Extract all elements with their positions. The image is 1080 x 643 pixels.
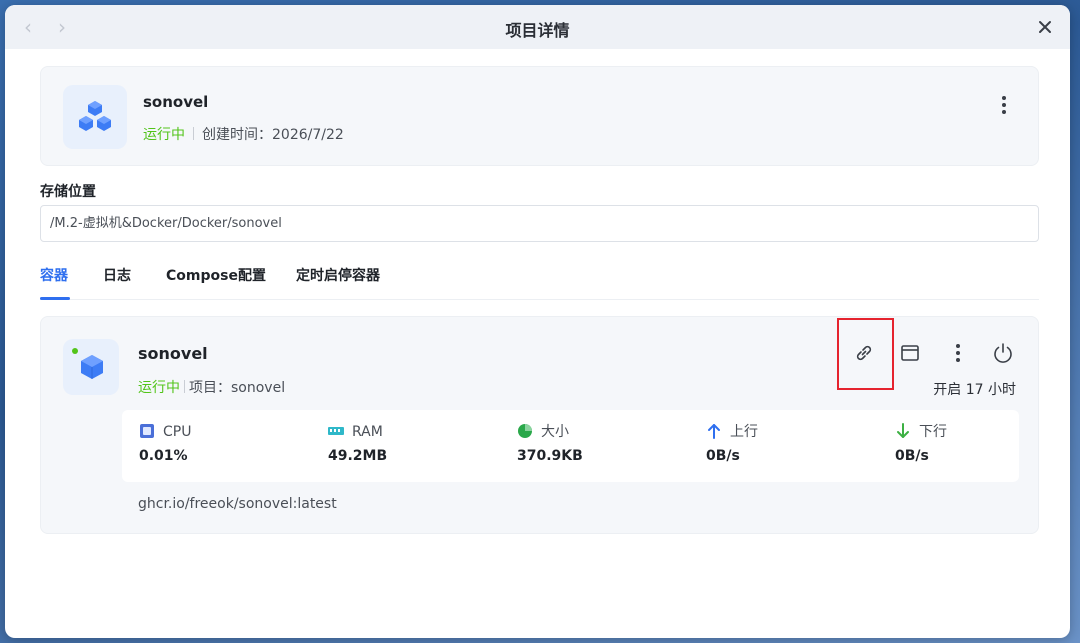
stat-ram: RAM 49.2MB — [328, 422, 387, 464]
tab-bar: 容器 日志 Compose配置 定时启停容器 — [40, 263, 1039, 300]
container-card[interactable]: sonovel 运行中 项目：sonovel 开启 17 小时 CPU 0.01% — [40, 316, 1039, 534]
tab-compose-config[interactable]: Compose配置 — [166, 265, 266, 285]
arrow-down-icon — [895, 423, 911, 439]
project-card: sonovel 运行中 创建时间：2026/7/22 — [40, 66, 1039, 166]
container-project-value: sonovel — [231, 380, 286, 396]
project-details-window: ‹ › 项目详情 sonovel 运行中 创建时间：2026/7/22 存储位置… — [5, 5, 1070, 638]
project-name: sonovel — [143, 93, 209, 111]
stat-size: 大小 370.9KB — [517, 422, 583, 464]
container-icon — [63, 339, 119, 395]
container-status: 运行中 — [138, 380, 180, 396]
active-tab-indicator — [40, 297, 70, 300]
project-icon — [63, 85, 127, 149]
divider — [184, 380, 185, 393]
stat-download: 下行 0B/s — [895, 422, 947, 464]
pie-icon — [517, 423, 533, 439]
stat-value: 370.9KB — [517, 448, 583, 464]
close-icon[interactable] — [1034, 16, 1056, 38]
image-name: ghcr.io/freeok/sonovel:latest — [138, 496, 337, 512]
status-dot — [72, 348, 78, 354]
link-icon[interactable] — [852, 341, 876, 365]
project-more-icon[interactable] — [994, 93, 1014, 117]
stat-value: 0B/s — [895, 448, 929, 464]
container-name: sonovel — [138, 344, 208, 363]
container-meta: 运行中 项目：sonovel — [138, 377, 285, 397]
created-label: 创建时间： — [202, 127, 272, 143]
project-meta: 运行中 创建时间：2026/7/22 — [143, 124, 344, 144]
ram-icon — [328, 423, 344, 439]
tab-logs[interactable]: 日志 — [103, 265, 131, 285]
stat-value: 0B/s — [706, 448, 740, 464]
tab-containers[interactable]: 容器 — [40, 265, 68, 285]
window-icon[interactable] — [898, 341, 922, 365]
window-title: 项目详情 — [505, 21, 570, 40]
stat-value: 49.2MB — [328, 448, 388, 464]
container-project-label: 项目： — [189, 380, 231, 396]
arrow-up-icon — [706, 423, 722, 439]
container-stats: CPU 0.01% RAM 49.2MB 大小 370.9KB 上行 0B/s … — [122, 410, 1019, 482]
title-bar: ‹ › 项目详情 — [5, 5, 1070, 49]
container-more-icon[interactable] — [946, 341, 970, 365]
storage-path-field[interactable]: /M.2-虚拟机&Docker/Docker/sonovel — [40, 205, 1039, 242]
stat-upload: 上行 0B/s — [706, 422, 758, 464]
uptime-text: 开启 17 小时 — [933, 382, 1016, 398]
storage-label: 存储位置 — [40, 184, 96, 200]
cpu-icon — [139, 423, 155, 439]
stat-label: 上行 — [730, 424, 758, 440]
stat-label: RAM — [352, 424, 383, 440]
power-icon[interactable] — [991, 341, 1015, 365]
stat-label: 下行 — [919, 424, 947, 440]
stat-cpu: CPU 0.01% — [139, 422, 191, 464]
tab-scheduled-start-stop[interactable]: 定时启停容器 — [296, 265, 380, 285]
divider — [193, 127, 194, 140]
stat-label: 大小 — [541, 424, 569, 440]
stat-label: CPU — [163, 424, 192, 440]
created-value: 2026/7/22 — [272, 127, 344, 143]
project-status: 运行中 — [143, 127, 185, 143]
stat-value: 0.01% — [139, 448, 188, 464]
